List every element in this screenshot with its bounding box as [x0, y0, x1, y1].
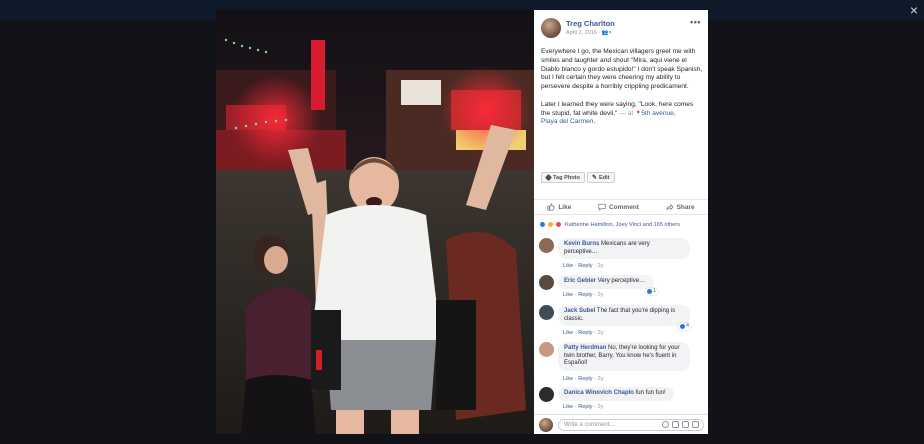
like-button[interactable]: Like — [547, 203, 571, 211]
edit-label: Edit — [598, 174, 610, 181]
comment-actions: Like · Reply · 2y — [563, 330, 604, 336]
comment-actions: Like · Reply · 2y — [563, 263, 604, 269]
commenter-avatar[interactable] — [539, 342, 554, 357]
tag-icon — [544, 173, 553, 182]
comment-age[interactable]: 2y — [598, 330, 604, 336]
comment-bubble: Eric Gebler Very perceptive… — [558, 275, 654, 289]
post-photo[interactable] — [216, 10, 534, 434]
tag-photo-label: Tag Photo — [553, 174, 580, 181]
action-bar: Like Comment Share — [534, 199, 708, 215]
post-paragraph-2: Later I learned they were saying, "Look,… — [541, 101, 703, 127]
like-reaction-icon — [539, 221, 546, 228]
post-paragraph-1: Everywhere I go, the Mexican villagers g… — [541, 48, 703, 91]
photo-illustration — [216, 10, 534, 434]
comment-label: Comment — [608, 203, 639, 211]
haha-reaction-icon — [547, 221, 554, 228]
like-reaction-icon — [680, 324, 685, 329]
comment-reaction-count: 1 — [653, 288, 656, 294]
gif-icon[interactable] — [682, 421, 689, 428]
post-meta: April 2, 2016 · 👥▾ — [566, 30, 612, 36]
commenter-name[interactable]: Kevin Burns — [564, 241, 599, 247]
composer-avatar — [539, 418, 553, 432]
commenter-avatar[interactable] — [539, 275, 554, 290]
emoji-icon[interactable] — [662, 421, 669, 428]
comment-reply-link[interactable]: Reply — [578, 330, 592, 336]
pencil-icon: ✎ — [591, 175, 597, 181]
post-text: Everywhere I go, the Mexican villagers g… — [541, 48, 703, 136]
commenter-name[interactable]: Patty Herdman — [564, 345, 606, 351]
commenter-avatar[interactable] — [539, 238, 554, 253]
comment-reaction-badge[interactable]: 1 — [645, 288, 658, 295]
love-reaction-icon — [555, 221, 562, 228]
comment-age[interactable]: 2y — [598, 376, 604, 382]
comment-composer: Write a comment... — [534, 414, 708, 434]
comment-age[interactable]: 2y — [598, 292, 604, 298]
comment-age[interactable]: 2y — [598, 404, 604, 410]
comment-icon — [598, 203, 606, 211]
composer-icons — [662, 421, 699, 428]
at-label: — at — [617, 109, 635, 117]
author-avatar[interactable] — [541, 18, 561, 38]
location-tail: . — [593, 118, 596, 126]
post-panel: Treg Charlton April 2, 2016 · 👥▾ ••• Eve… — [534, 10, 708, 434]
comment-reaction-badge[interactable]: 4 — [678, 323, 691, 330]
like-label: Like — [558, 203, 572, 211]
post-header: Treg Charlton April 2, 2016 · 👥▾ ••• — [541, 17, 701, 42]
comment-reply-link[interactable]: Reply — [578, 263, 592, 269]
share-button[interactable]: Share — [665, 203, 695, 211]
thumbs-up-icon — [547, 203, 555, 211]
like-reaction-icon — [647, 289, 652, 294]
location-link-1[interactable]: 5th avenue, — [641, 110, 675, 117]
author-name[interactable]: Treg Charlton — [566, 19, 615, 28]
comment-bubble: Danica Winovich Chaplo fun fun fun! — [558, 387, 674, 401]
photo-tools: Tag Photo ✎ Edit — [541, 172, 615, 183]
commenter-name[interactable]: Jack Subel — [564, 308, 595, 314]
commenter-avatar[interactable] — [539, 387, 554, 402]
sticker-icon[interactable] — [692, 421, 699, 428]
comment-actions: Like · Reply · 2y — [563, 404, 604, 410]
comment-reply-link[interactable]: Reply — [578, 404, 592, 410]
comment-reply-link[interactable]: Reply — [578, 292, 592, 298]
comment-text: Very perceptive… — [597, 278, 646, 284]
comment-bubble: Jack Subel The fact that you're dipping … — [558, 305, 690, 327]
comment-text: fun fun fun! — [635, 390, 666, 396]
share-icon — [665, 203, 674, 211]
comment-bubble: Kevin Burns Mexicans are very perceptive… — [558, 238, 690, 260]
comment-actions: Like · Reply · 2y — [563, 292, 604, 298]
share-label: Share — [676, 203, 695, 211]
tag-photo-button[interactable]: Tag Photo — [541, 172, 585, 183]
commenter-name[interactable]: Eric Gebler — [564, 278, 596, 284]
audience-icon[interactable]: 👥▾ — [602, 30, 612, 36]
edit-button[interactable]: ✎ Edit — [586, 172, 615, 183]
comment-reaction-count: 4 — [686, 323, 689, 329]
camera-icon[interactable] — [672, 421, 679, 428]
post-date[interactable]: April 2, 2016 — [566, 30, 597, 36]
comment-like-link[interactable]: Like — [563, 376, 573, 382]
more-options-icon[interactable]: ••• — [690, 17, 701, 27]
comment-actions: Like · Reply · 2y — [563, 376, 604, 382]
comment-like-link[interactable]: Like — [563, 330, 573, 336]
reactions-summary[interactable]: Katherine Hamilton, Joey Vinci and 165 o… — [539, 221, 680, 228]
comment-button[interactable]: Comment — [598, 203, 639, 211]
comment-reply-link[interactable]: Reply — [578, 376, 592, 382]
commenter-avatar[interactable] — [539, 305, 554, 320]
comment-like-link[interactable]: Like — [563, 404, 573, 410]
comment-bubble: Patty Herdman No, they're looking for yo… — [558, 342, 690, 371]
comment-like-link[interactable]: Like — [563, 263, 573, 269]
reactions-text: Katherine Hamilton, Joey Vinci and 165 o… — [565, 221, 680, 228]
close-icon[interactable]: × — [910, 2, 918, 18]
location-link-2[interactable]: Playa del Carmen — [541, 118, 593, 125]
commenter-name[interactable]: Danica Winovich Chaplo — [564, 390, 634, 396]
comment-age[interactable]: 2y — [598, 263, 604, 269]
comment-like-link[interactable]: Like — [563, 292, 573, 298]
